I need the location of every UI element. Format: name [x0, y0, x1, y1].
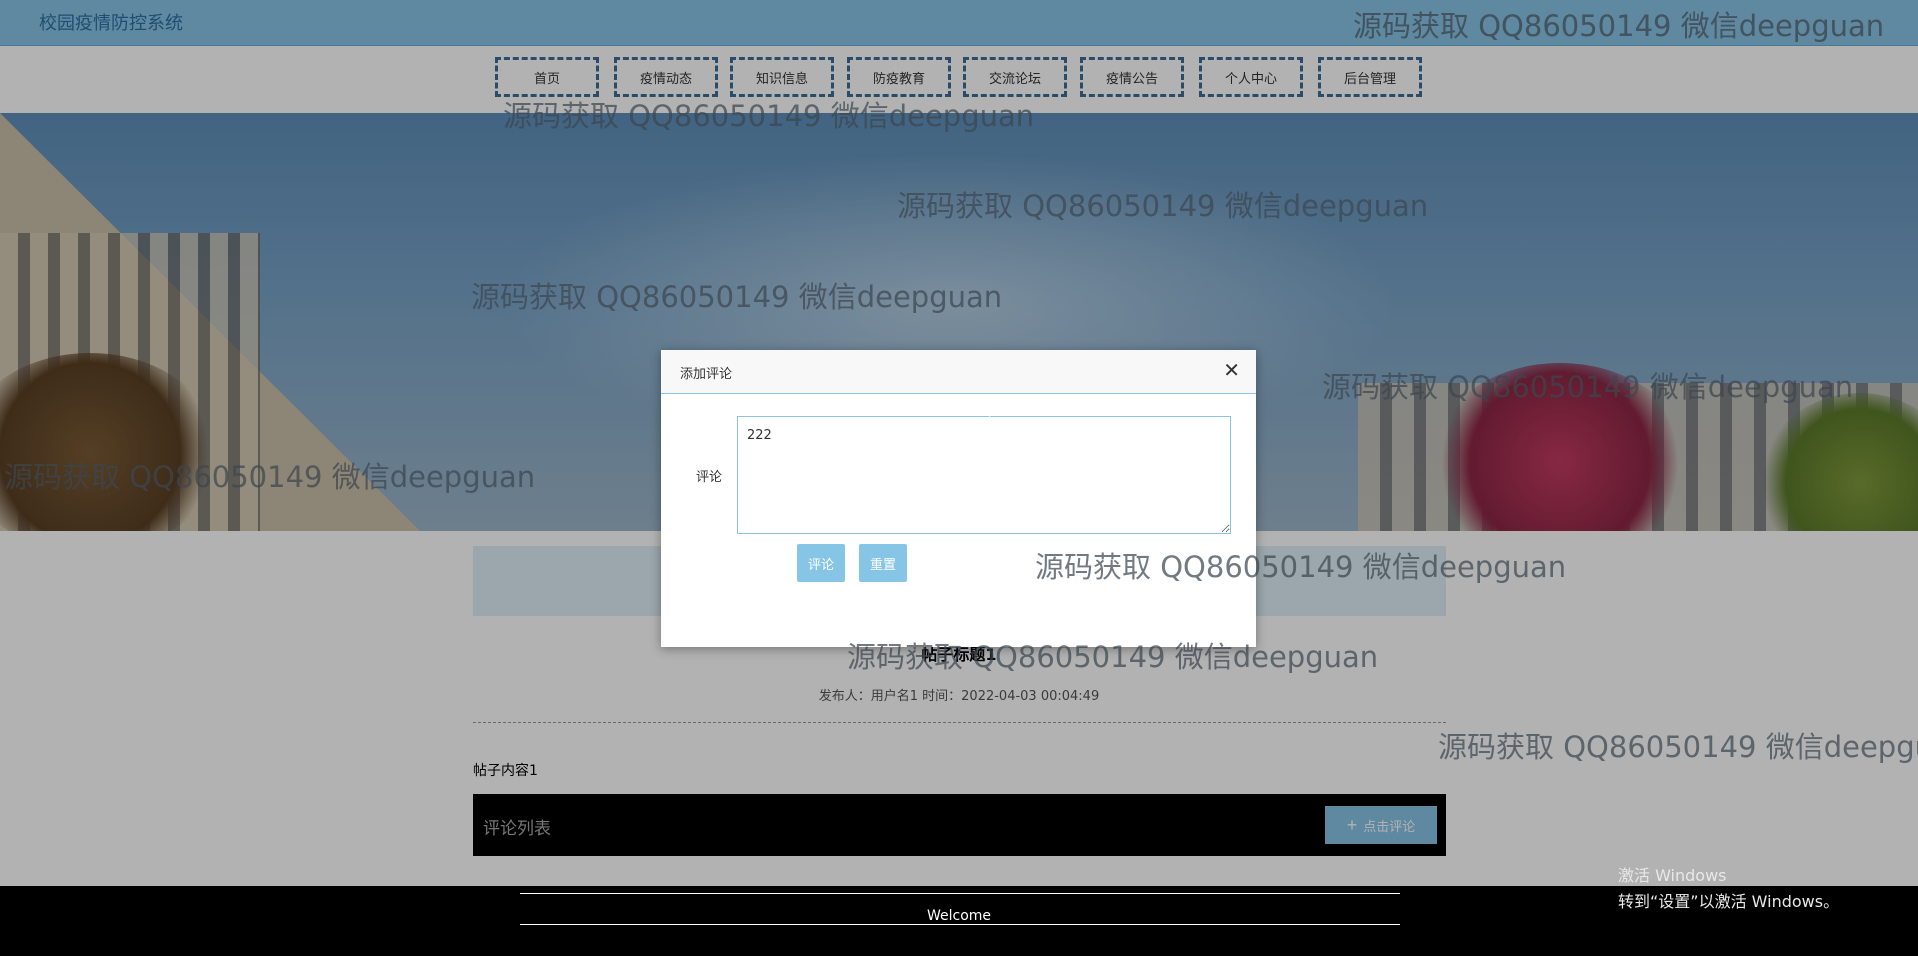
- dialog-header: 添加评论 ✕: [661, 350, 1256, 394]
- close-icon[interactable]: ✕: [1223, 360, 1240, 380]
- comment-textarea[interactable]: 222: [737, 416, 1231, 534]
- reset-button[interactable]: 重置: [859, 544, 907, 582]
- windows-activation-hint: 转到“设置”以激活 Windows。: [1618, 892, 1840, 911]
- add-comment-dialog: 添加评论 ✕ 评论 222 评论 重置: [661, 350, 1256, 647]
- comment-field-label: 评论: [696, 470, 723, 485]
- footer-line-top: [520, 893, 1400, 894]
- windows-activation-title: 激活 Windows: [1618, 866, 1727, 885]
- dialog-title: 添加评论: [680, 367, 733, 382]
- footer-line-bottom: [520, 924, 1400, 925]
- submit-comment-button[interactable]: 评论: [797, 544, 845, 582]
